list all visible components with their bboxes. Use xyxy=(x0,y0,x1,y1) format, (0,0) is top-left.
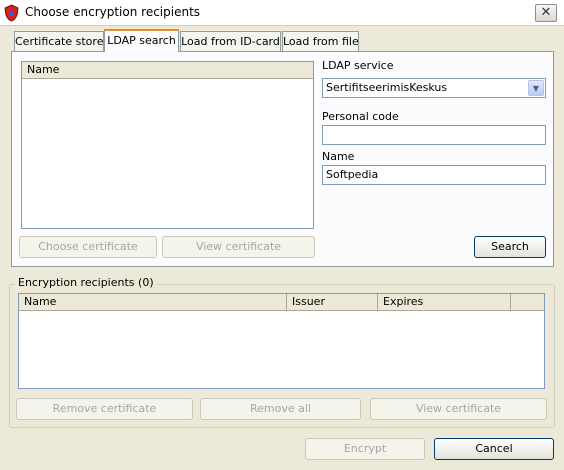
search-button[interactable]: Search xyxy=(474,236,546,258)
cancel-button[interactable]: Cancel xyxy=(434,438,554,460)
close-button[interactable]: ✕ xyxy=(535,4,557,22)
shield-icon xyxy=(4,4,19,22)
personal-code-field[interactable] xyxy=(322,125,546,145)
personal-code-label: Personal code xyxy=(322,110,399,123)
choose-certificate-button[interactable]: Choose certificate xyxy=(19,236,157,258)
window-title: Choose encryption recipients xyxy=(25,5,201,19)
remove-all-button[interactable]: Remove all xyxy=(200,398,361,420)
column-header-issuer[interactable]: Issuer xyxy=(287,294,378,310)
tab-load-from-file[interactable]: Load from file xyxy=(282,31,359,51)
close-icon: ✕ xyxy=(540,5,552,20)
tab-certificate-store[interactable]: Certificate store xyxy=(14,31,104,51)
list-header: Name xyxy=(22,62,313,79)
ldap-results-list[interactable]: Name xyxy=(21,61,314,229)
remove-certificate-button[interactable]: Remove certificate xyxy=(16,398,193,420)
ldap-service-label: LDAP service xyxy=(322,59,394,72)
encrypt-button[interactable]: Encrypt xyxy=(305,438,425,460)
encryption-recipients-title: Encryption recipients (0) xyxy=(15,276,157,289)
ldap-service-select[interactable]: SertifitseerimisKeskus ▼ xyxy=(322,78,546,98)
chevron-down-icon[interactable]: ▼ xyxy=(528,80,544,96)
column-header-name[interactable]: Name xyxy=(22,62,313,78)
view-certificate-recipient-button[interactable]: View certificate xyxy=(370,398,547,420)
column-header-expires[interactable]: Expires xyxy=(378,294,511,310)
ldap-service-value: SertifitseerimisKeskus xyxy=(326,81,448,94)
tab-ldap-search[interactable]: LDAP search xyxy=(104,29,179,52)
column-header-name[interactable]: Name xyxy=(19,294,287,310)
name-field[interactable]: Softpedia xyxy=(322,165,546,185)
name-label: Name xyxy=(322,150,355,163)
recipients-list[interactable]: Name Issuer Expires xyxy=(18,293,545,389)
list-header: Name Issuer Expires xyxy=(19,294,544,311)
view-certificate-button[interactable]: View certificate xyxy=(162,236,315,258)
column-header-filler xyxy=(511,294,544,310)
title-bar[interactable]: Choose encryption recipients ✕ xyxy=(0,0,564,26)
tab-load-from-id-card[interactable]: Load from ID-card xyxy=(180,31,281,51)
